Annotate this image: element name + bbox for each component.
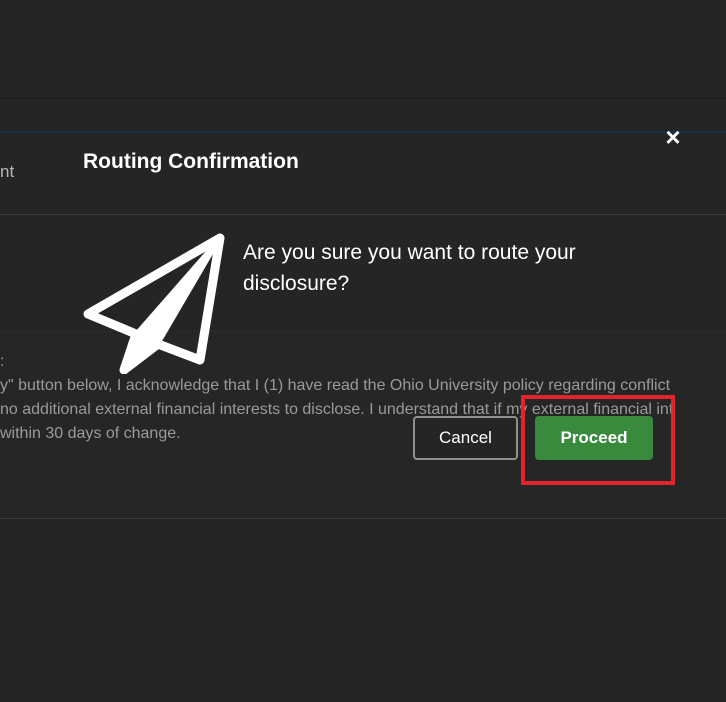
background-text-line: y" button below, I acknowledge that I (1… [0, 377, 671, 394]
page: nt : y" button below, I acknowledge that… [0, 0, 726, 702]
background-column-label: nt [0, 162, 15, 181]
section-divider [0, 518, 726, 519]
accent-divider [0, 131, 726, 133]
cancel-button[interactable]: Cancel [413, 416, 518, 460]
confirmation-message: Are you sure you want to route your disc… [243, 241, 576, 295]
header-divider [0, 97, 726, 99]
proceed-button[interactable]: Proceed [535, 416, 653, 460]
section-divider [0, 214, 726, 215]
modal-title: Routing Confirmation [83, 150, 299, 173]
paper-plane-icon [83, 233, 225, 374]
close-icon[interactable]: × [661, 124, 685, 150]
